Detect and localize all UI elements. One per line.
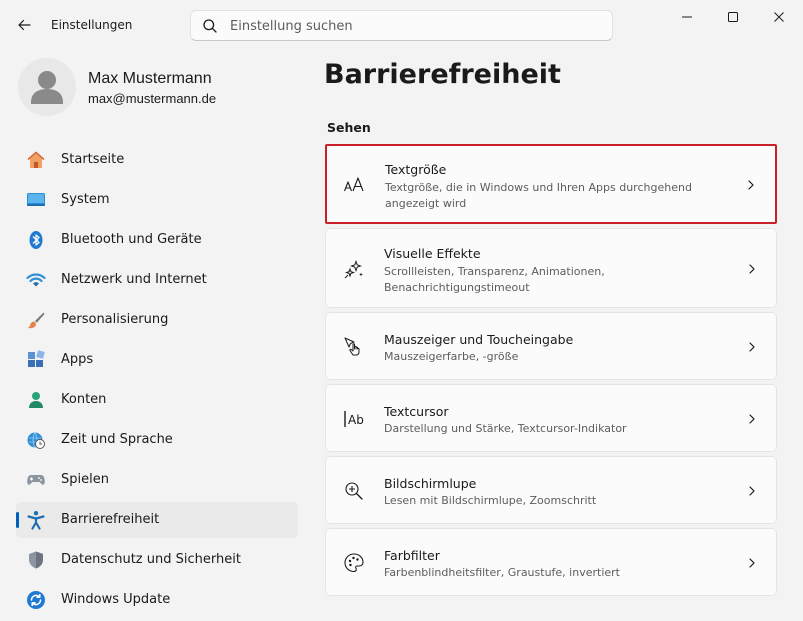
- card-description: Darstellung und Stärke, Textcursor-Indik…: [384, 422, 627, 435]
- sidebar-item-label: Spielen: [61, 472, 109, 487]
- sidebar-item-label: Windows Update: [61, 592, 171, 607]
- sidebar-item-windows-update[interactable]: Windows Update: [16, 582, 298, 618]
- close-button[interactable]: [756, 0, 802, 34]
- sidebar-item-label: Personalisierung: [61, 312, 169, 327]
- magnifier-icon: [345, 482, 363, 500]
- search-input[interactable]: [230, 17, 590, 35]
- sidebar-item-label: Barrierefreiheit: [61, 512, 160, 527]
- gamepad-icon: [27, 475, 45, 485]
- text-size-icon: [343, 177, 364, 192]
- chevron-right-icon: [749, 414, 755, 424]
- sidebar-item-label: System: [61, 192, 110, 207]
- sidebar-item-netzwerk[interactable]: Netzwerk und Internet: [16, 262, 298, 298]
- card-title: Textcursor: [384, 404, 449, 419]
- palette-icon: [344, 553, 364, 573]
- section-title: Sehen: [327, 120, 371, 135]
- sidebar-nav: Startseite System Bluetooth und Geräte N…: [16, 142, 298, 621]
- card-title: Visuelle Effekte: [384, 246, 481, 261]
- user-avatar-icon: [31, 71, 63, 104]
- profile-name: Max Mustermann: [88, 70, 212, 87]
- card-mauszeiger[interactable]: Mauszeiger und Toucheingabe Mauszeigerfa…: [325, 312, 777, 380]
- back-button[interactable]: [10, 13, 38, 37]
- card-textgroesse[interactable]: Textgröße Textgröße, die in Windows und …: [325, 144, 777, 224]
- sidebar-item-zeit-sprache[interactable]: Zeit und Sprache: [16, 422, 298, 458]
- card-title: Textgröße: [385, 162, 447, 177]
- svg-text:Ab: Ab: [348, 413, 364, 427]
- sidebar-item-personalisierung[interactable]: Personalisierung: [16, 302, 298, 338]
- sidebar-item-konten[interactable]: Konten: [16, 382, 298, 418]
- close-icon: [774, 12, 784, 22]
- card-title: Farbfilter: [384, 548, 440, 563]
- page-title: Barrierefreiheit: [324, 59, 561, 90]
- card-description: Mauszeigerfarbe, -größe: [384, 350, 519, 363]
- title-bar: Einstellungen: [0, 0, 803, 50]
- sidebar-item-startseite[interactable]: Startseite: [16, 142, 298, 178]
- maximize-icon: [728, 12, 738, 22]
- sidebar-item-label: Bluetooth und Geräte: [61, 232, 202, 247]
- card-bildschirmlupe[interactable]: Bildschirmlupe Lesen mit Bildschirmlupe,…: [325, 456, 777, 524]
- sidebar-item-label: Startseite: [61, 152, 125, 167]
- home-icon: [27, 151, 45, 168]
- minimize-button[interactable]: [664, 0, 710, 34]
- wifi-icon: [26, 273, 46, 287]
- sidebar-item-bluetooth[interactable]: Bluetooth und Geräte: [16, 222, 298, 258]
- search-box[interactable]: [190, 10, 613, 41]
- app-title: Einstellungen: [51, 18, 133, 32]
- sidebar-item-spielen[interactable]: Spielen: [16, 462, 298, 498]
- sidebar-item-apps[interactable]: Apps: [16, 342, 298, 378]
- profile-email: max@mustermann.de: [88, 91, 217, 106]
- minimize-icon: [682, 16, 692, 18]
- card-description: Scrollleisten, Transparenz, Animationen,…: [384, 265, 605, 294]
- user-profile[interactable]: Max Mustermann max@mustermann.de: [18, 58, 288, 118]
- sidebar-item-barrierefreiheit[interactable]: Barrierefreiheit: [16, 502, 298, 538]
- card-title: Bildschirmlupe: [384, 476, 477, 491]
- globe-clock-icon: [27, 432, 45, 449]
- card-description: Textgröße, die in Windows und Ihren Apps…: [385, 181, 692, 210]
- bluetooth-icon: [29, 231, 43, 249]
- chevron-right-icon: [749, 486, 755, 496]
- sidebar-item-datenschutz[interactable]: Datenschutz und Sicherheit: [16, 542, 298, 578]
- card-description: Lesen mit Bildschirmlupe, Zoomschritt: [384, 494, 597, 507]
- card-visuelle-effekte[interactable]: Visuelle Effekte Scrollleisten, Transpar…: [325, 228, 777, 308]
- maximize-button[interactable]: [710, 0, 756, 34]
- card-description: Farbenblindheitsfilter, Graustufe, inver…: [384, 566, 620, 579]
- card-textcursor[interactable]: Ab Textcursor Darstellung und Stärke, Te…: [325, 384, 777, 452]
- chevron-right-icon: [749, 342, 755, 352]
- card-farbfilter[interactable]: Farbfilter Farbenblindheitsfilter, Graus…: [325, 528, 777, 596]
- shield-icon: [29, 551, 43, 569]
- pointer-touch-icon: [344, 337, 360, 356]
- sparkle-icon: [344, 260, 363, 279]
- avatar: [18, 58, 76, 116]
- sidebar-item-label: Konten: [61, 392, 107, 407]
- display-icon: [27, 193, 45, 206]
- chevron-right-icon: [749, 558, 755, 568]
- apps-icon: [28, 350, 45, 367]
- sidebar-item-system[interactable]: System: [16, 182, 298, 218]
- back-arrow-icon: [18, 19, 31, 31]
- accessibility-icon: [27, 511, 45, 530]
- sidebar-item-label: Apps: [61, 352, 94, 367]
- text-cursor-icon: Ab: [344, 411, 364, 427]
- sidebar-item-label: Datenschutz und Sicherheit: [61, 552, 241, 567]
- brush-icon: [27, 312, 45, 329]
- chevron-right-icon: [749, 264, 755, 274]
- person-icon: [29, 392, 43, 408]
- search-icon: [203, 19, 217, 33]
- sidebar-item-label: Netzwerk und Internet: [61, 272, 207, 287]
- sidebar-item-label: Zeit und Sprache: [61, 432, 173, 447]
- chevron-right-icon: [748, 180, 754, 190]
- update-icon: [27, 591, 45, 609]
- card-title: Mauszeiger und Toucheingabe: [384, 332, 574, 347]
